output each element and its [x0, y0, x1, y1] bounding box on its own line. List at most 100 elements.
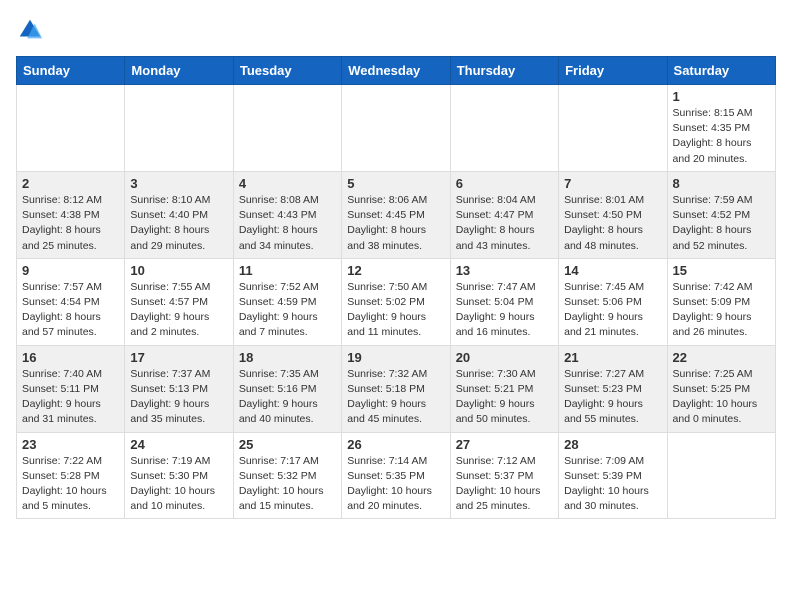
- day-number: 14: [564, 263, 661, 278]
- day-number: 4: [239, 176, 336, 191]
- weekday-header-sunday: Sunday: [17, 57, 125, 85]
- calendar-cell: [559, 85, 667, 172]
- calendar-cell: 3 Sunrise: 8:10 AMSunset: 4:40 PMDaylight…: [125, 171, 233, 258]
- day-info: Sunrise: 7:17 AMSunset: 5:32 PMDaylight:…: [239, 454, 336, 515]
- day-info: Sunrise: 8:04 AMSunset: 4:47 PMDaylight:…: [456, 193, 553, 254]
- day-number: 17: [130, 350, 227, 365]
- day-number: 11: [239, 263, 336, 278]
- calendar-cell: 26Sunrise: 7:14 AMSunset: 5:35 PMDayligh…: [342, 432, 450, 519]
- weekday-header-friday: Friday: [559, 57, 667, 85]
- day-info: Sunrise: 7:57 AMSunset: 4:54 PMDaylight:…: [22, 280, 119, 341]
- logo-icon: [16, 16, 44, 44]
- calendar-cell: 23 Sunrise: 7:22 AMSunset: 5:28 PMDayligh…: [17, 432, 125, 519]
- calendar-week-row: 23 Sunrise: 7:22 AMSunset: 5:28 PMDayligh…: [17, 432, 776, 519]
- calendar-cell: 10 Sunrise: 7:55 AMSunset: 4:57 PMDayligh…: [125, 258, 233, 345]
- calendar-cell: 19 Sunrise: 7:32 AMSunset: 5:18 PMDayligh…: [342, 345, 450, 432]
- day-info: Sunrise: 7:27 AMSunset: 5:23 PMDaylight:…: [564, 367, 661, 428]
- calendar-cell: 6 Sunrise: 8:04 AMSunset: 4:47 PMDaylight…: [450, 171, 558, 258]
- calendar-cell: 16 Sunrise: 7:40 AMSunset: 5:11 PMDayligh…: [17, 345, 125, 432]
- day-number: 28: [564, 437, 661, 452]
- calendar-week-row: 2 Sunrise: 8:12 AMSunset: 4:38 PMDaylight…: [17, 171, 776, 258]
- calendar-cell: 4 Sunrise: 8:08 AMSunset: 4:43 PMDaylight…: [233, 171, 341, 258]
- day-info: Sunrise: 7:42 AMSunset: 5:09 PMDaylight:…: [673, 280, 770, 341]
- day-info: Sunrise: 7:35 AMSunset: 5:16 PMDaylight:…: [239, 367, 336, 428]
- calendar-cell: 17Sunrise: 7:37 AMSunset: 5:13 PMDayligh…: [125, 345, 233, 432]
- day-info: Sunrise: 7:22 AMSunset: 5:28 PMDaylight:…: [22, 454, 119, 515]
- day-info: Sunrise: 8:15 AMSunset: 4:35 PMDaylight:…: [673, 106, 770, 167]
- weekday-header-wednesday: Wednesday: [342, 57, 450, 85]
- calendar-cell: [342, 85, 450, 172]
- day-number: 3: [130, 176, 227, 191]
- calendar-cell: 8 Sunrise: 7:59 AMSunset: 4:52 PMDaylight…: [667, 171, 775, 258]
- day-info: Sunrise: 7:12 AMSunset: 5:37 PMDaylight:…: [456, 454, 553, 515]
- calendar-cell: 2 Sunrise: 8:12 AMSunset: 4:38 PMDaylight…: [17, 171, 125, 258]
- day-number: 19: [347, 350, 444, 365]
- day-info: Sunrise: 7:50 AMSunset: 5:02 PMDaylight:…: [347, 280, 444, 341]
- calendar-cell: [17, 85, 125, 172]
- calendar-cell: 27 Sunrise: 7:12 AMSunset: 5:37 PMDayligh…: [450, 432, 558, 519]
- day-number: 22: [673, 350, 770, 365]
- day-number: 6: [456, 176, 553, 191]
- day-number: 1: [673, 89, 770, 104]
- calendar-cell: [233, 85, 341, 172]
- day-number: 20: [456, 350, 553, 365]
- weekday-header-saturday: Saturday: [667, 57, 775, 85]
- day-info: Sunrise: 8:12 AMSunset: 4:38 PMDaylight:…: [22, 193, 119, 254]
- day-number: 13: [456, 263, 553, 278]
- day-info: Sunrise: 7:47 AMSunset: 5:04 PMDaylight:…: [456, 280, 553, 341]
- calendar-table: SundayMondayTuesdayWednesdayThursdayFrid…: [16, 56, 776, 519]
- day-number: 7: [564, 176, 661, 191]
- day-info: Sunrise: 8:10 AMSunset: 4:40 PMDaylight:…: [130, 193, 227, 254]
- day-info: Sunrise: 8:01 AMSunset: 4:50 PMDaylight:…: [564, 193, 661, 254]
- weekday-header-tuesday: Tuesday: [233, 57, 341, 85]
- day-number: 27: [456, 437, 553, 452]
- calendar-cell: [450, 85, 558, 172]
- day-number: 2: [22, 176, 119, 191]
- day-info: Sunrise: 7:55 AMSunset: 4:57 PMDaylight:…: [130, 280, 227, 341]
- calendar-cell: 12 Sunrise: 7:50 AMSunset: 5:02 PMDayligh…: [342, 258, 450, 345]
- day-number: 5: [347, 176, 444, 191]
- day-number: 10: [130, 263, 227, 278]
- calendar-cell: 28 Sunrise: 7:09 AMSunset: 5:39 PMDayligh…: [559, 432, 667, 519]
- day-number: 15: [673, 263, 770, 278]
- day-info: Sunrise: 8:08 AMSunset: 4:43 PMDaylight:…: [239, 193, 336, 254]
- weekday-header-monday: Monday: [125, 57, 233, 85]
- calendar-cell: 15 Sunrise: 7:42 AMSunset: 5:09 PMDayligh…: [667, 258, 775, 345]
- calendar-week-row: 9 Sunrise: 7:57 AMSunset: 4:54 PMDaylight…: [17, 258, 776, 345]
- logo: [16, 16, 48, 44]
- calendar-cell: 7 Sunrise: 8:01 AMSunset: 4:50 PMDaylight…: [559, 171, 667, 258]
- weekday-header-row: SundayMondayTuesdayWednesdayThursdayFrid…: [17, 57, 776, 85]
- calendar-week-row: 1 Sunrise: 8:15 AMSunset: 4:35 PMDaylight…: [17, 85, 776, 172]
- page-header: [16, 16, 776, 44]
- day-number: 16: [22, 350, 119, 365]
- day-info: Sunrise: 7:14 AMSunset: 5:35 PMDaylight:…: [347, 454, 444, 515]
- calendar-cell: 22Sunrise: 7:25 AMSunset: 5:25 PMDayligh…: [667, 345, 775, 432]
- calendar-cell: [667, 432, 775, 519]
- day-info: Sunrise: 7:40 AMSunset: 5:11 PMDaylight:…: [22, 367, 119, 428]
- calendar-cell: 25 Sunrise: 7:17 AMSunset: 5:32 PMDayligh…: [233, 432, 341, 519]
- day-number: 23: [22, 437, 119, 452]
- day-info: Sunrise: 7:30 AMSunset: 5:21 PMDaylight:…: [456, 367, 553, 428]
- calendar-cell: 20 Sunrise: 7:30 AMSunset: 5:21 PMDayligh…: [450, 345, 558, 432]
- day-number: 21: [564, 350, 661, 365]
- day-number: 9: [22, 263, 119, 278]
- calendar-cell: 9 Sunrise: 7:57 AMSunset: 4:54 PMDaylight…: [17, 258, 125, 345]
- day-number: 8: [673, 176, 770, 191]
- calendar-cell: 14Sunrise: 7:45 AMSunset: 5:06 PMDayligh…: [559, 258, 667, 345]
- calendar-cell: 24 Sunrise: 7:19 AMSunset: 5:30 PMDayligh…: [125, 432, 233, 519]
- day-info: Sunrise: 7:19 AMSunset: 5:30 PMDaylight:…: [130, 454, 227, 515]
- day-number: 24: [130, 437, 227, 452]
- day-number: 18: [239, 350, 336, 365]
- day-info: Sunrise: 7:32 AMSunset: 5:18 PMDaylight:…: [347, 367, 444, 428]
- calendar-cell: 5Sunrise: 8:06 AMSunset: 4:45 PMDaylight…: [342, 171, 450, 258]
- calendar-cell: 1 Sunrise: 8:15 AMSunset: 4:35 PMDaylight…: [667, 85, 775, 172]
- calendar-cell: 18 Sunrise: 7:35 AMSunset: 5:16 PMDayligh…: [233, 345, 341, 432]
- calendar-cell: 11Sunrise: 7:52 AMSunset: 4:59 PMDayligh…: [233, 258, 341, 345]
- day-info: Sunrise: 7:59 AMSunset: 4:52 PMDaylight:…: [673, 193, 770, 254]
- day-number: 25: [239, 437, 336, 452]
- day-number: 12: [347, 263, 444, 278]
- calendar-cell: 21 Sunrise: 7:27 AMSunset: 5:23 PMDayligh…: [559, 345, 667, 432]
- calendar-cell: [125, 85, 233, 172]
- day-info: Sunrise: 7:09 AMSunset: 5:39 PMDaylight:…: [564, 454, 661, 515]
- calendar-week-row: 16 Sunrise: 7:40 AMSunset: 5:11 PMDayligh…: [17, 345, 776, 432]
